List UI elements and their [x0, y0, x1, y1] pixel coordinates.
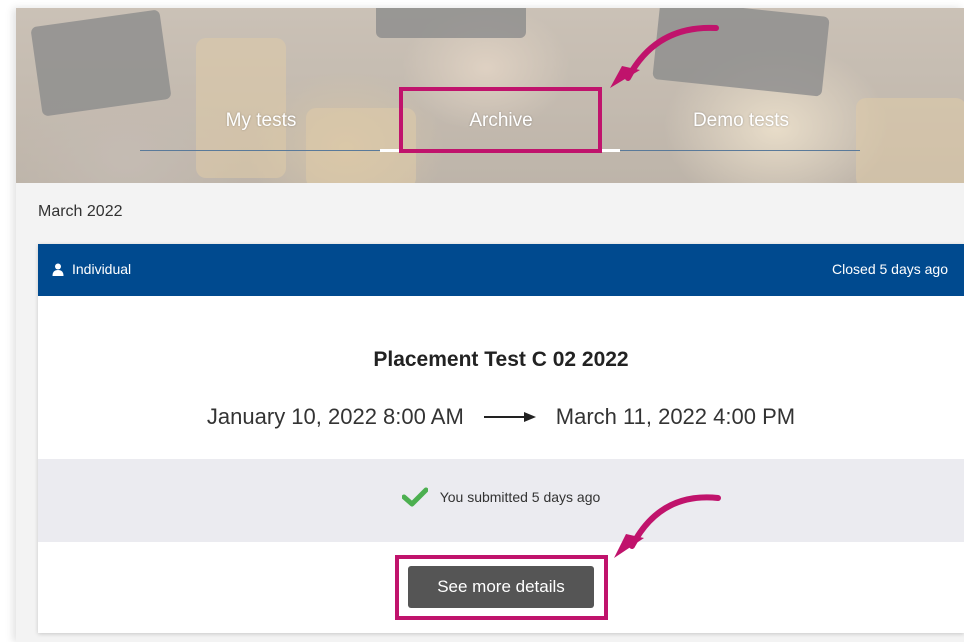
right-arrow-icon [483, 412, 536, 422]
card-status: Closed 5 days ago [832, 261, 948, 277]
archive-tab-highlight [399, 87, 602, 153]
tab-underline [140, 150, 380, 151]
test-title: Placement Test C 02 2022 [373, 348, 629, 371]
tab-my-tests[interactable]: My tests [176, 106, 346, 136]
submission-panel: You submitted 5 days ago [38, 459, 964, 542]
test-type: Individual [52, 261, 131, 277]
curved-arrow-icon [610, 24, 719, 88]
test-type-label: Individual [72, 261, 132, 277]
checkmark-icon [401, 487, 428, 507]
see-more-details-button[interactable]: See more details [408, 566, 594, 608]
submission-status: You submitted 5 days ago [439, 489, 601, 505]
tab-demo-tests[interactable]: Demo tests [656, 106, 826, 136]
user-icon [52, 263, 64, 276]
hero-banner: My tests Archive Demo tests [16, 8, 964, 183]
tab-underline [620, 150, 860, 151]
curved-arrow-icon [614, 494, 721, 558]
app-frame: My tests Archive Demo tests March 2022 I… [16, 8, 964, 642]
end-date: March 11, 2022 4:00 PM [555, 404, 796, 429]
test-card: Individual Closed 5 days ago Placement T… [38, 244, 964, 633]
month-heading: March 2022 [38, 203, 123, 220]
card-header: Individual Closed 5 days ago [38, 244, 964, 296]
test-dates: January 10, 2022 8:00 AM March 11, 2022 … [38, 404, 964, 430]
start-date: January 10, 2022 8:00 AM [206, 404, 464, 429]
